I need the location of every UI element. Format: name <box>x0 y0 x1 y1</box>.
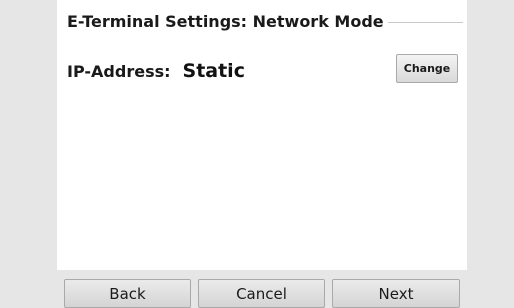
navigation-bar: Back Cancel Next <box>57 270 467 308</box>
title-row: E-Terminal Settings: Network Mode <box>67 10 463 32</box>
title-divider <box>387 21 463 23</box>
cancel-button[interactable]: Cancel <box>198 279 325 308</box>
change-button[interactable]: Change <box>396 54 458 83</box>
ip-address-value: Static <box>182 60 245 82</box>
ip-address-label: IP-Address: <box>67 61 171 81</box>
window: E-Terminal Settings: Network Mode IP-Add… <box>0 0 514 308</box>
settings-panel: E-Terminal Settings: Network Mode IP-Add… <box>57 0 467 270</box>
page-title: E-Terminal Settings: Network Mode <box>67 11 384 31</box>
next-button[interactable]: Next <box>332 279 460 308</box>
back-button[interactable]: Back <box>64 279 191 308</box>
